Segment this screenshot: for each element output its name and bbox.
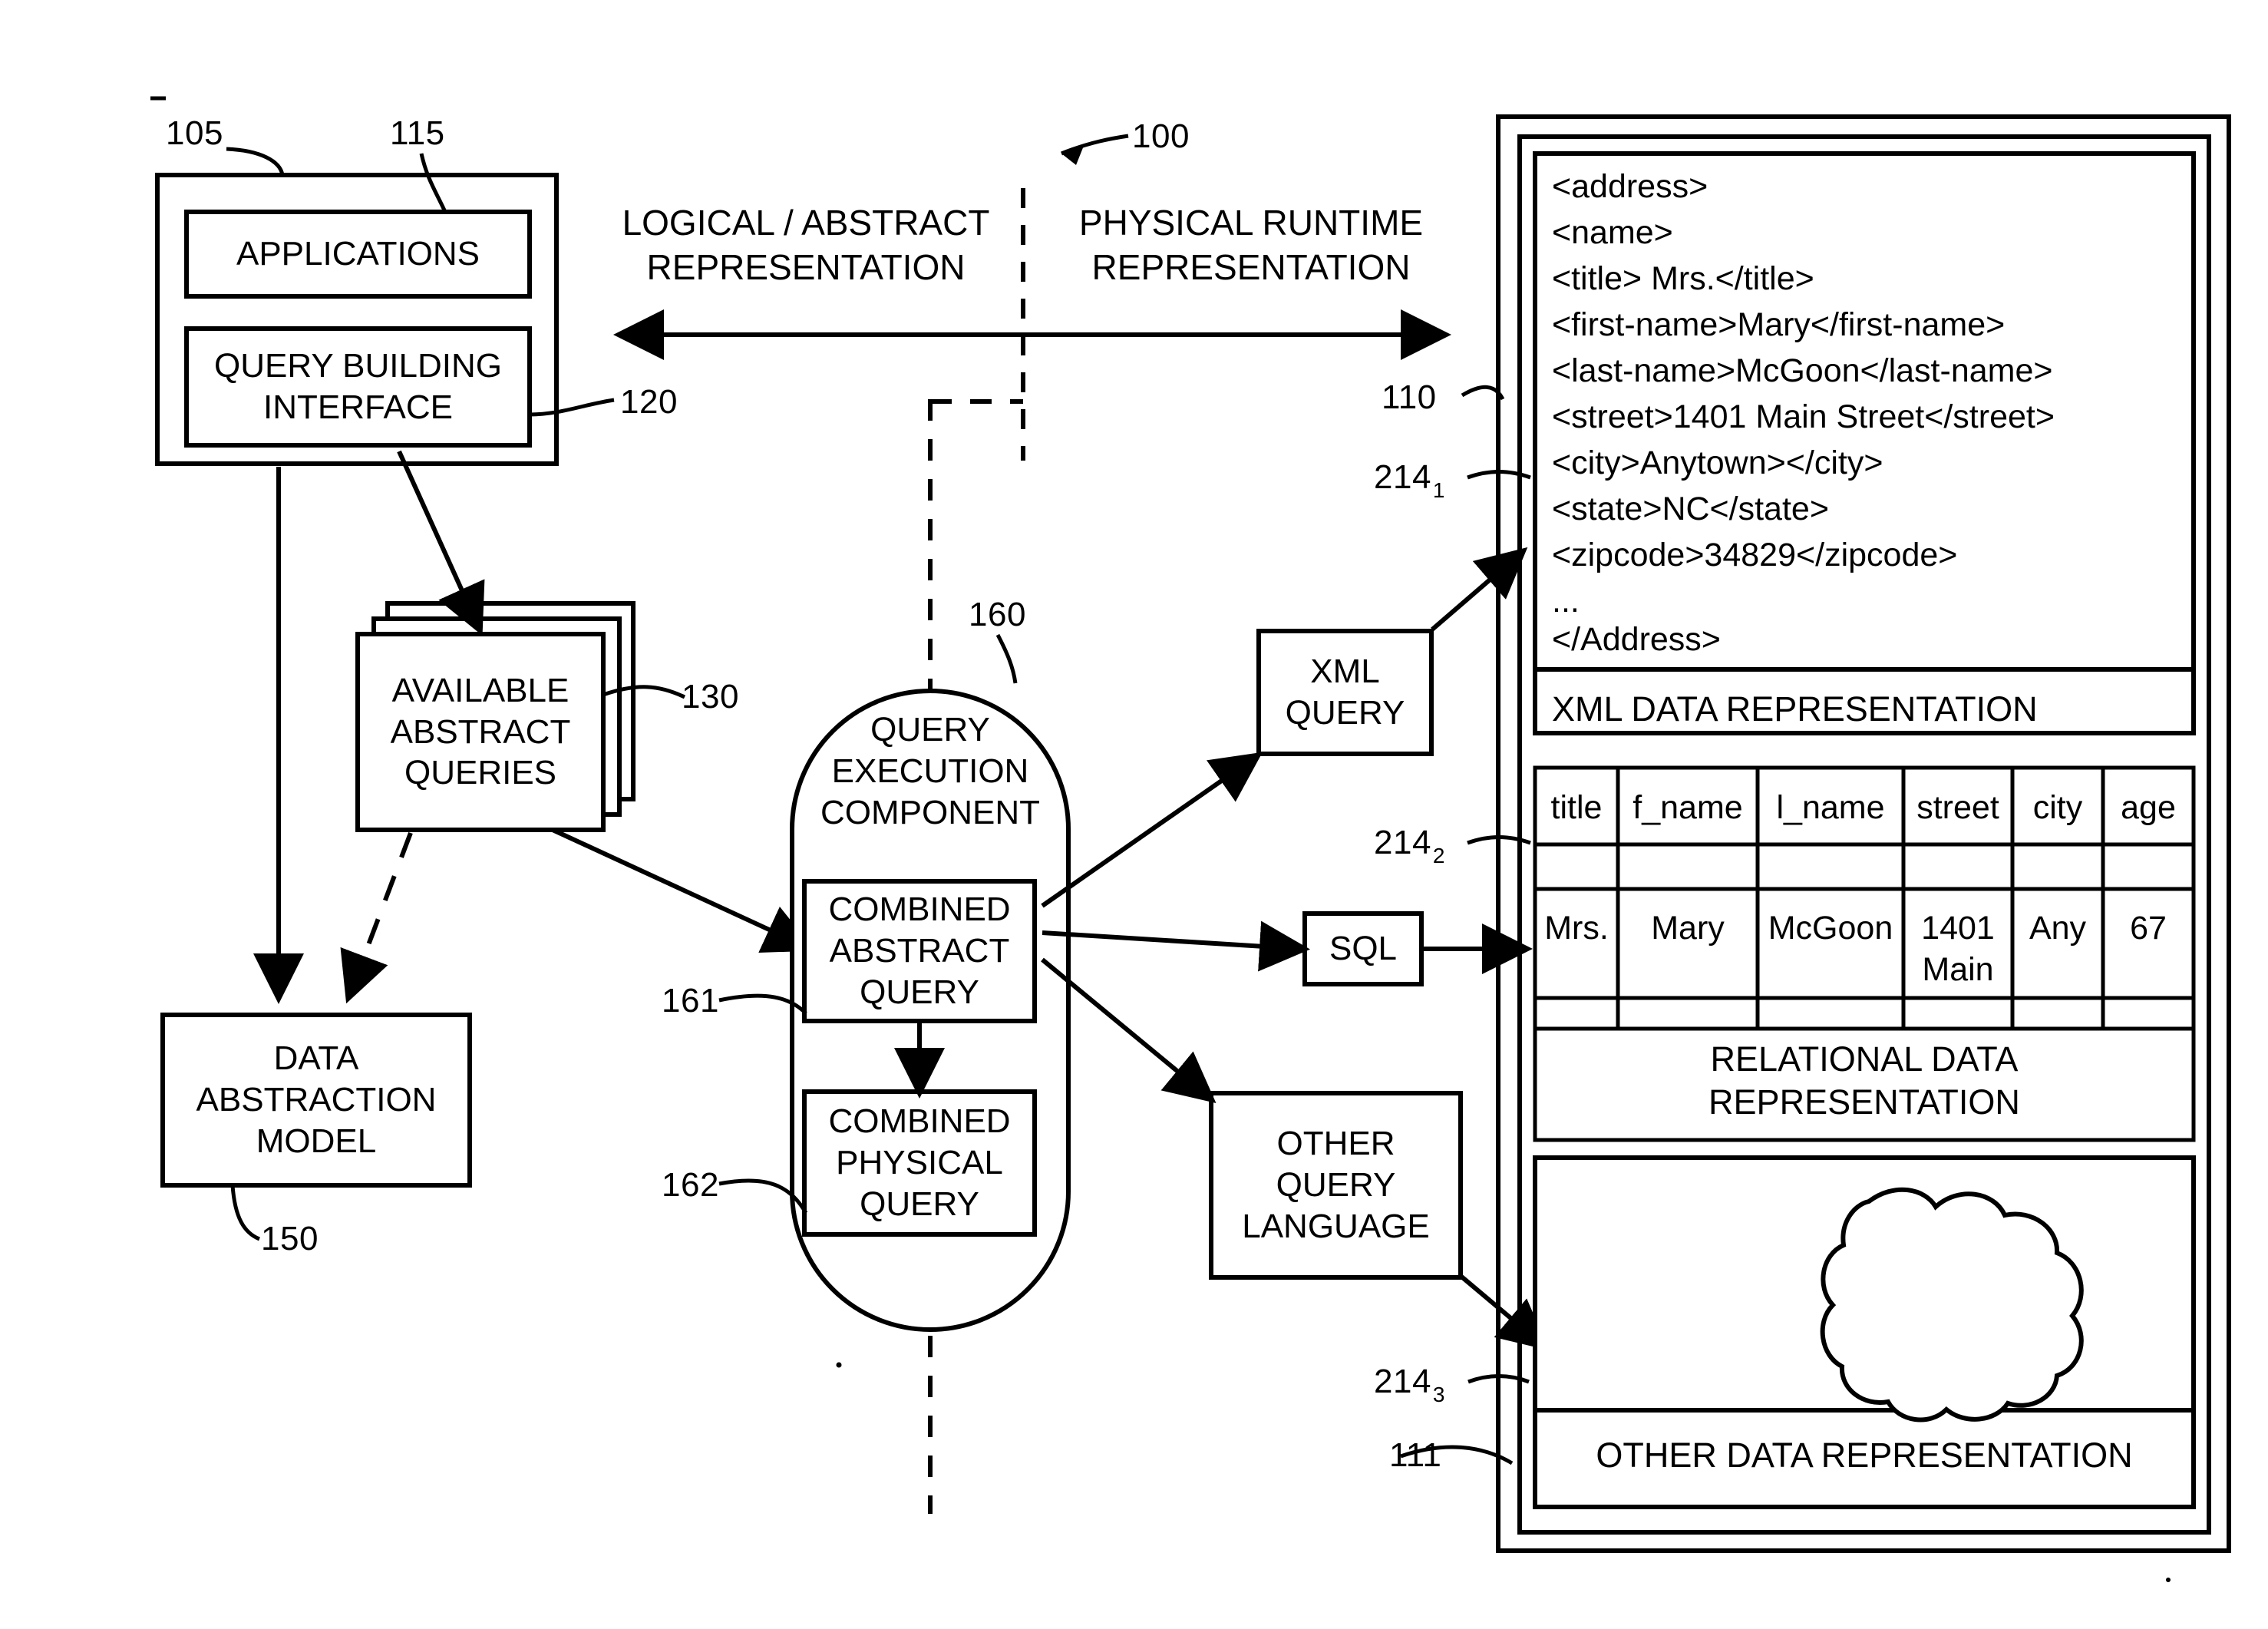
xml-line-9: ...	[1552, 583, 1580, 620]
other-query-language-label-line3: LANGUAGE	[1242, 1207, 1430, 1245]
xml-line-6: <city>Anytown></city>	[1552, 444, 1883, 481]
available-abstract-queries-label-line3: QUERIES	[404, 754, 557, 792]
query-execution-component-label-line1: QUERY	[870, 711, 990, 749]
data-abstraction-model-label-line1: DATA	[273, 1039, 359, 1078]
data-abstraction-model-label-line3: MODEL	[256, 1122, 377, 1160]
table-cell-f-name: Mary	[1651, 910, 1725, 947]
query-execution-component-label-line2: EXECUTION	[831, 752, 1029, 791]
xml-query-label-line1: XML	[1310, 653, 1380, 691]
query-building-interface-box: QUERY BUILDING INTERFACE	[187, 329, 530, 445]
relational-caption-line2: REPRESENTATION	[1708, 1082, 2020, 1122]
data-abstraction-model-box: DATA ABSTRACTION MODEL	[163, 1015, 470, 1185]
other-query-language-label-line1: OTHER	[1276, 1125, 1395, 1163]
divider-label-physical-runtime-line1: PHYSICAL RUNTIME	[1078, 203, 1424, 243]
ref-214-1-sub: 1	[1432, 478, 1445, 502]
query-building-interface-label-line1: QUERY BUILDING	[214, 347, 502, 385]
ref-110: 110	[1382, 378, 1437, 416]
ref-150: 150	[261, 1220, 319, 1257]
available-abstract-queries-label-line1: AVAILABLE	[391, 671, 569, 709]
ref-162: 162	[662, 1166, 719, 1204]
ref-120: 120	[620, 383, 678, 421]
table-cell-l-name: McGoon	[1768, 910, 1893, 947]
combined-physical-query-label-line1: COMBINED	[828, 1102, 1011, 1141]
combined-physical-query-label-line3: QUERY	[860, 1185, 979, 1223]
divider-label-logical-abstract-line1: LOGICAL / ABSTRACT	[622, 203, 990, 243]
xml-query-box: XML QUERY	[1259, 631, 1431, 754]
ref-100: 100	[1132, 117, 1190, 155]
combined-abstract-query-label-line3: QUERY	[860, 973, 979, 1011]
ref-161: 161	[662, 982, 719, 1019]
applications-label: APPLICATIONS	[236, 235, 480, 273]
query-execution-component-box: QUERY EXECUTION COMPONENT	[792, 691, 1068, 852]
other-query-language-label-line2: QUERY	[1276, 1166, 1396, 1204]
ref-214-2: 2142	[1374, 823, 1444, 867]
ref-111: 111	[1389, 1436, 1442, 1474]
sql-box: SQL	[1305, 914, 1421, 984]
available-abstract-queries-label-line2: ABSTRACT	[390, 712, 571, 751]
table-header-l-name: l_name	[1776, 789, 1885, 826]
table-cell-street-line2: Main	[1922, 951, 1994, 988]
xml-line-10: </Address>	[1552, 621, 1721, 658]
xml-line-8: <zipcode>34829</zipcode>	[1552, 537, 1958, 573]
table-cell-city: Any	[2029, 910, 2087, 947]
query-building-interface-label-line2: INTERFACE	[263, 388, 453, 426]
xml-line-4: <last-name>McGoon</last-name>	[1552, 352, 2053, 389]
xml-line-2: <title> Mrs.</title>	[1552, 260, 1814, 297]
other-query-language-box: OTHER QUERY LANGUAGE	[1211, 1093, 1461, 1277]
ref-160: 160	[969, 596, 1026, 633]
combined-abstract-query-box: COMBINED ABSTRACT QUERY	[804, 881, 1035, 1021]
data-abstraction-model-label-line2: ABSTRACTION	[196, 1081, 437, 1119]
patent-figure-canvas: 105 115 120 130 150 160 161 162 100 110 …	[0, 0, 2268, 1629]
table-cell-age: 67	[2130, 910, 2167, 947]
relational-caption-line1: RELATIONAL DATA	[1710, 1039, 2019, 1079]
ref-214-3: 2143	[1374, 1362, 1444, 1406]
ref-214-3-sub: 3	[1432, 1383, 1445, 1406]
table-header-title: title	[1550, 789, 1603, 826]
table-header-street: street	[1916, 789, 1999, 826]
table-cell-street-line1: 1401	[1921, 910, 1995, 947]
xml-data-representation-caption: XML DATA REPRESENTATION	[1552, 689, 2038, 729]
xml-line-5: <street>1401 Main Street</street>	[1552, 398, 2055, 435]
xml-query-label-line2: QUERY	[1285, 694, 1405, 732]
combined-abstract-query-label-line1: COMBINED	[828, 890, 1011, 929]
applications-box: APPLICATIONS	[187, 212, 530, 296]
ref-214-2-base: 214	[1374, 824, 1431, 861]
available-abstract-queries-box: AVAILABLE ABSTRACT QUERIES	[358, 634, 603, 830]
xml-line-0: <address>	[1552, 168, 1708, 205]
ref-214-3-base: 214	[1374, 1363, 1431, 1400]
ref-130: 130	[682, 678, 739, 715]
combined-physical-query-label-line2: PHYSICAL	[836, 1144, 1003, 1182]
table-cell-title: Mrs.	[1544, 910, 1609, 947]
sql-label: SQL	[1329, 930, 1398, 968]
ref-115: 115	[390, 114, 445, 152]
table-header-city: city	[2032, 789, 2083, 826]
ref-214-2-sub: 2	[1432, 844, 1445, 867]
divider-label-logical-abstract-line2: REPRESENTATION	[646, 246, 966, 287]
divider-label-physical-runtime-line2: REPRESENTATION	[1091, 246, 1411, 287]
combined-abstract-query-label-line2: ABSTRACT	[829, 932, 1010, 970]
xml-line-1: <name>	[1552, 214, 1673, 251]
xml-line-3: <first-name>Mary</first-name>	[1552, 306, 2006, 343]
ref-214-1: 2141	[1374, 458, 1444, 502]
ref-214-1-base: 214	[1374, 458, 1431, 496]
table-header-age: age	[2121, 789, 2176, 826]
query-execution-component-label-line3: COMPONENT	[820, 793, 1040, 831]
combined-physical-query-box: COMBINED PHYSICAL QUERY	[804, 1092, 1035, 1234]
table-header-f-name: f_name	[1632, 789, 1743, 826]
other-data-representation-caption: OTHER DATA REPRESENTATION	[1596, 1436, 2133, 1475]
ref-105: 105	[166, 114, 223, 152]
divider-label-logical-abstract: LOGICAL / ABSTRACT REPRESENTATION	[606, 201, 1005, 289]
relational-data-representation-caption: RELATIONAL DATA REPRESENTATION	[1535, 1038, 2194, 1125]
divider-label-physical-runtime: PHYSICAL RUNTIME REPRESENTATION	[1044, 201, 1458, 289]
xml-line-7: <state>NC</state>	[1552, 491, 1829, 527]
